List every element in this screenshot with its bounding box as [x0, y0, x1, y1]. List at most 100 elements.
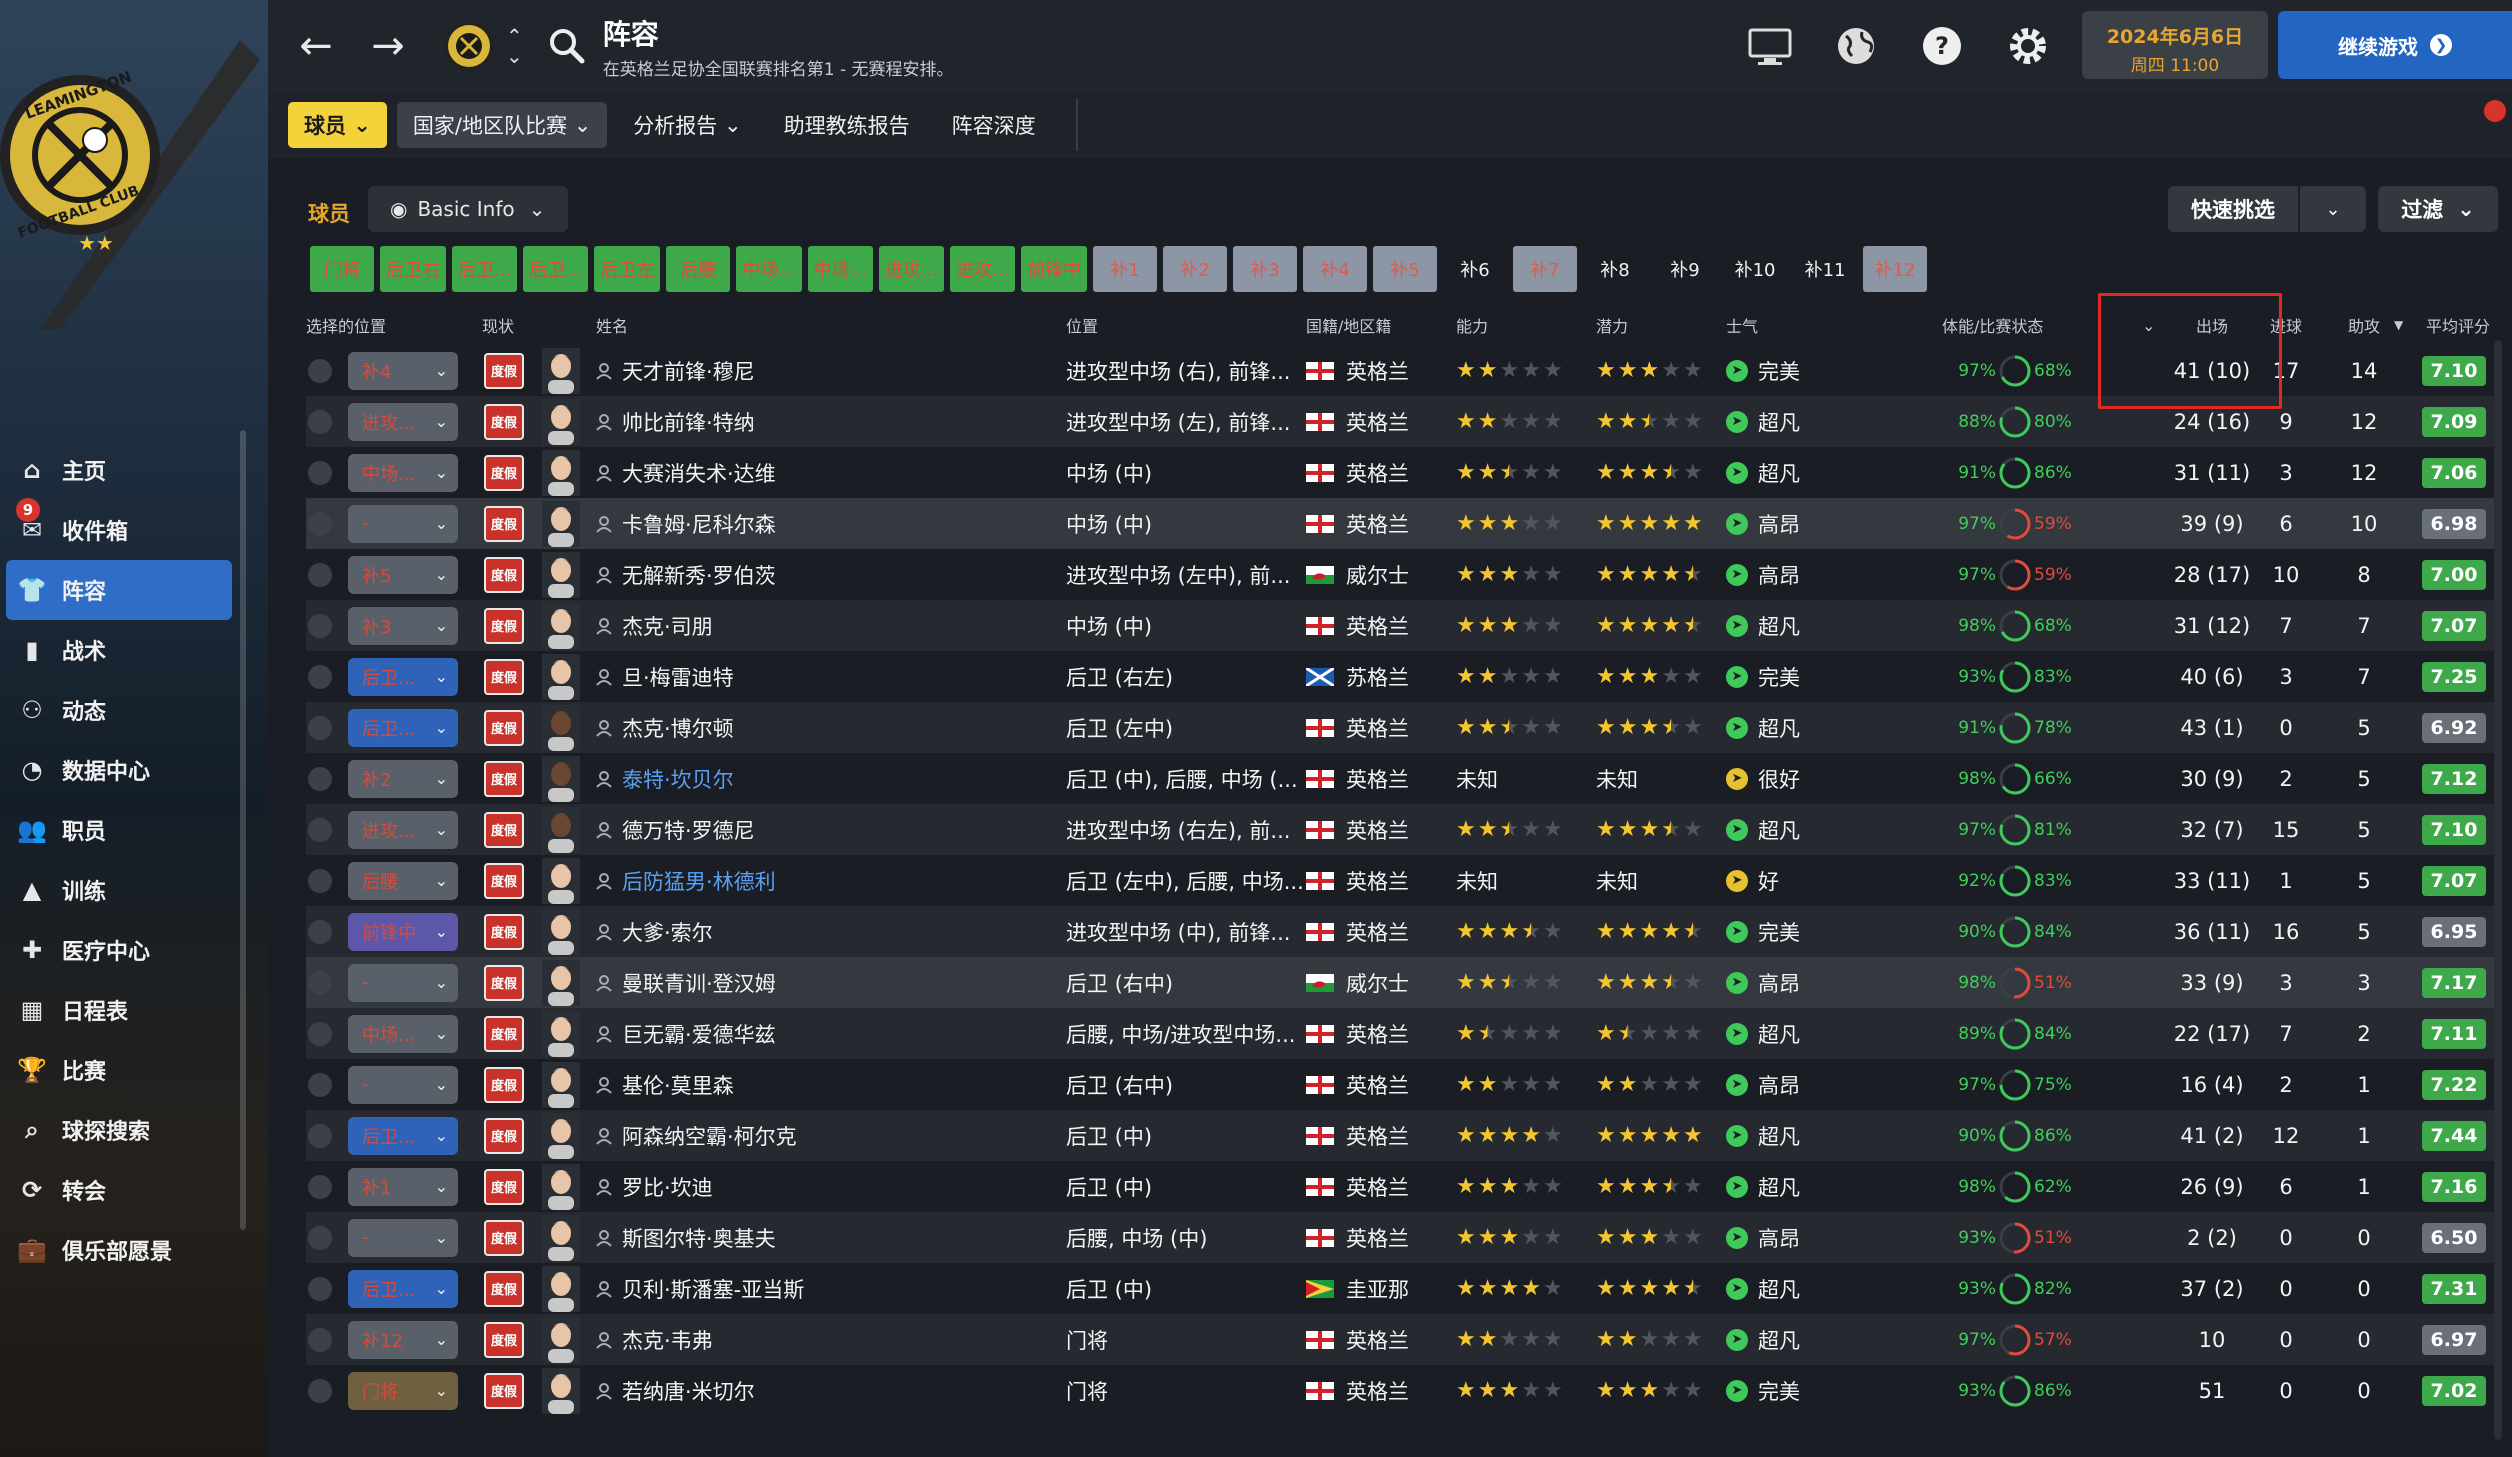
position-select[interactable]: 前锋中 ⌄	[348, 906, 458, 957]
date-display[interactable]: 2024年6月6日 周四 11:00	[2082, 11, 2268, 79]
position-chip[interactable]: 后卫左	[594, 246, 661, 292]
position-select[interactable]: 后卫... ⌄	[348, 702, 458, 753]
position-chip[interactable]: 补4	[1303, 246, 1368, 292]
club-switch-icon[interactable]: ⌃ ⌄	[506, 26, 523, 66]
sidebar-item-10[interactable]: 🏆 比赛	[0, 1040, 250, 1100]
position-dropdown[interactable]: 中场... ⌄	[348, 1014, 458, 1053]
table-row[interactable]: 后卫... ⌄ 度假 阿森纳空霸·柯尔克 后卫 (中) 英格兰 ★ ★ ★ ★ ★	[306, 1110, 2496, 1161]
sidebar-item-3[interactable]: ▮ 战术	[0, 620, 250, 680]
table-row[interactable]: 进攻... ⌄ 度假 帅比前锋·特纳 进攻型中场 (左), 前锋... 英格兰 …	[306, 396, 2496, 447]
position-chip[interactable]: 补6	[1443, 246, 1507, 292]
table-row[interactable]: 进攻... ⌄ 度假 德万特·罗德尼 进攻型中场 (右左), 前... 英格兰 …	[306, 804, 2496, 855]
player-name[interactable]: 杰克·博尔顿	[622, 713, 734, 743]
position-chip[interactable]: 补10	[1723, 246, 1787, 292]
table-row[interactable]: 补3 ⌄ 度假 杰克·司朋 中场 (中) 英格兰 ★ ★ ★ ★ ★ ★ ★ ★ ★ ★	[306, 600, 2496, 651]
club-crest-logo[interactable]: LEAMINGTON FOOTBALL CLUB ★★	[0, 40, 260, 330]
position-dropdown[interactable]: 后卫... ⌄	[348, 657, 458, 696]
col-apps[interactable]: 出场	[2172, 305, 2252, 345]
position-dropdown[interactable]: - ⌄	[348, 1218, 458, 1257]
position-select[interactable]: - ⌄	[348, 1212, 458, 1263]
player-name-cell[interactable]: 大爹·索尔	[596, 906, 713, 957]
player-name-cell[interactable]: 罗比·坎迪	[596, 1161, 713, 1212]
row-select[interactable]	[308, 600, 332, 651]
tab-national-matches[interactable]: 国家/地区队比赛 ⌄	[396, 102, 608, 148]
vacation-status-badge[interactable]: 度假	[484, 1270, 524, 1307]
position-select[interactable]: 后卫... ⌄	[348, 1110, 458, 1161]
sidebar-item-8[interactable]: ✚ 医疗中心	[0, 920, 250, 980]
position-chip[interactable]: 后腰	[666, 246, 731, 292]
table-row[interactable]: 后卫... ⌄ 度假 贝利·斯潘塞-亚当斯 后卫 (中) 圭亚那 ★ ★ ★ ★ ★	[306, 1263, 2496, 1314]
vacation-status-badge[interactable]: 度假	[484, 658, 524, 695]
position-chip[interactable]: 补5	[1373, 246, 1438, 292]
position-chip[interactable]: 补7	[1513, 246, 1578, 292]
select-radio[interactable]	[308, 868, 332, 893]
position-dropdown[interactable]: 补4 ⌄	[348, 351, 458, 390]
col-morale[interactable]: 士气	[1726, 305, 1758, 345]
row-select[interactable]	[308, 702, 332, 753]
position-dropdown[interactable]: - ⌄	[348, 504, 458, 543]
table-row[interactable]: - ⌄ 度假 基伦·莫里森 后卫 (右中) 英格兰 ★ ★ ★ ★ ★ ★ ★ ★ ★ ★	[306, 1059, 2496, 1110]
vacation-status-badge[interactable]: 度假	[484, 811, 524, 848]
position-dropdown[interactable]: 进攻... ⌄	[348, 402, 458, 441]
vacation-status-badge[interactable]: 度假	[484, 913, 524, 950]
player-name-cell[interactable]: 贝利·斯潘塞-亚当斯	[596, 1263, 804, 1314]
select-radio[interactable]	[308, 1072, 332, 1097]
position-chip[interactable]: 进攻...	[949, 246, 1016, 292]
position-select[interactable]: 进攻... ⌄	[348, 396, 458, 447]
vacation-status-badge[interactable]: 度假	[484, 454, 524, 491]
row-select[interactable]	[308, 753, 332, 804]
player-name-cell[interactable]: 曼联青训·登汉姆	[596, 957, 776, 1008]
vacation-status-badge[interactable]: 度假	[484, 1321, 524, 1358]
table-row[interactable]: 补1 ⌄ 度假 罗比·坎迪 后卫 (中) 英格兰 ★ ★ ★ ★ ★ ★ ★ ★ ★ ★	[306, 1161, 2496, 1212]
row-select[interactable]	[308, 957, 332, 1008]
view-select[interactable]: ◉ Basic Info ⌄	[368, 186, 568, 232]
select-radio[interactable]	[308, 511, 332, 536]
position-dropdown[interactable]: 补12 ⌄	[348, 1320, 458, 1359]
vacation-status-badge[interactable]: 度假	[484, 1372, 524, 1409]
sidebar-item-12[interactable]: ⟳ 转会	[0, 1160, 250, 1220]
row-select[interactable]	[308, 549, 332, 600]
player-name[interactable]: 大爹·索尔	[622, 917, 713, 947]
sidebar-item-11[interactable]: ⌕ 球探搜索	[0, 1100, 250, 1160]
position-select[interactable]: 补1 ⌄	[348, 1161, 458, 1212]
player-name[interactable]: 巨无霸·爱德华兹	[622, 1019, 776, 1049]
position-chip[interactable]: 补12	[1863, 246, 1928, 292]
sidebar-item-7[interactable]: ▲ 训练	[0, 860, 250, 920]
select-radio[interactable]	[308, 970, 332, 995]
position-chip[interactable]: 中场...	[807, 246, 873, 292]
player-name[interactable]: 阿森纳空霸·柯尔克	[622, 1121, 797, 1151]
sidebar-item-5[interactable]: ◔ 数据中心	[0, 740, 250, 800]
select-radio[interactable]	[308, 1378, 332, 1403]
forward-arrow-icon[interactable]: →	[358, 16, 418, 76]
player-name-cell[interactable]: 后防猛男·林德利	[596, 855, 776, 906]
quick-pick-button[interactable]: 快速挑选	[2168, 186, 2298, 232]
table-scrollbar[interactable]	[2494, 340, 2502, 1440]
player-name[interactable]: 罗比·坎迪	[622, 1172, 713, 1202]
sidebar-item-9[interactable]: ▦ 日程表	[0, 980, 250, 1040]
row-select[interactable]	[308, 447, 332, 498]
player-name[interactable]: 卡鲁姆·尼科尔森	[622, 509, 776, 539]
select-radio[interactable]	[308, 817, 332, 842]
position-chip[interactable]: 补11	[1793, 246, 1857, 292]
player-name-cell[interactable]: 杰克·博尔顿	[596, 702, 734, 753]
vacation-status-badge[interactable]: 度假	[484, 556, 524, 593]
select-radio[interactable]	[308, 919, 332, 944]
player-name-cell[interactable]: 泰特·坎贝尔	[596, 753, 734, 804]
player-name-cell[interactable]: 卡鲁姆·尼科尔森	[596, 498, 776, 549]
vacation-status-badge[interactable]: 度假	[484, 1117, 524, 1154]
vacation-status-badge[interactable]: 度假	[484, 862, 524, 899]
player-name[interactable]: 无解新秀·罗伯茨	[622, 560, 776, 590]
position-dropdown[interactable]: 前锋中 ⌄	[348, 912, 458, 951]
col-select-pos[interactable]: 选择的位置	[306, 305, 386, 345]
position-select[interactable]: 中场... ⌄	[348, 447, 458, 498]
select-radio[interactable]	[308, 460, 332, 485]
position-chip[interactable]: 后卫右	[380, 246, 446, 292]
select-radio[interactable]	[308, 715, 332, 740]
row-select[interactable]	[308, 1212, 332, 1263]
search-icon[interactable]	[547, 26, 587, 66]
position-chip[interactable]: 后卫...	[452, 246, 518, 292]
tab-players[interactable]: 球员 ⌄	[288, 102, 387, 148]
position-select[interactable]: 补2 ⌄	[348, 753, 458, 804]
position-chip[interactable]: 补1	[1093, 246, 1158, 292]
sidebar-item-6[interactable]: 👥 职员	[0, 800, 250, 860]
